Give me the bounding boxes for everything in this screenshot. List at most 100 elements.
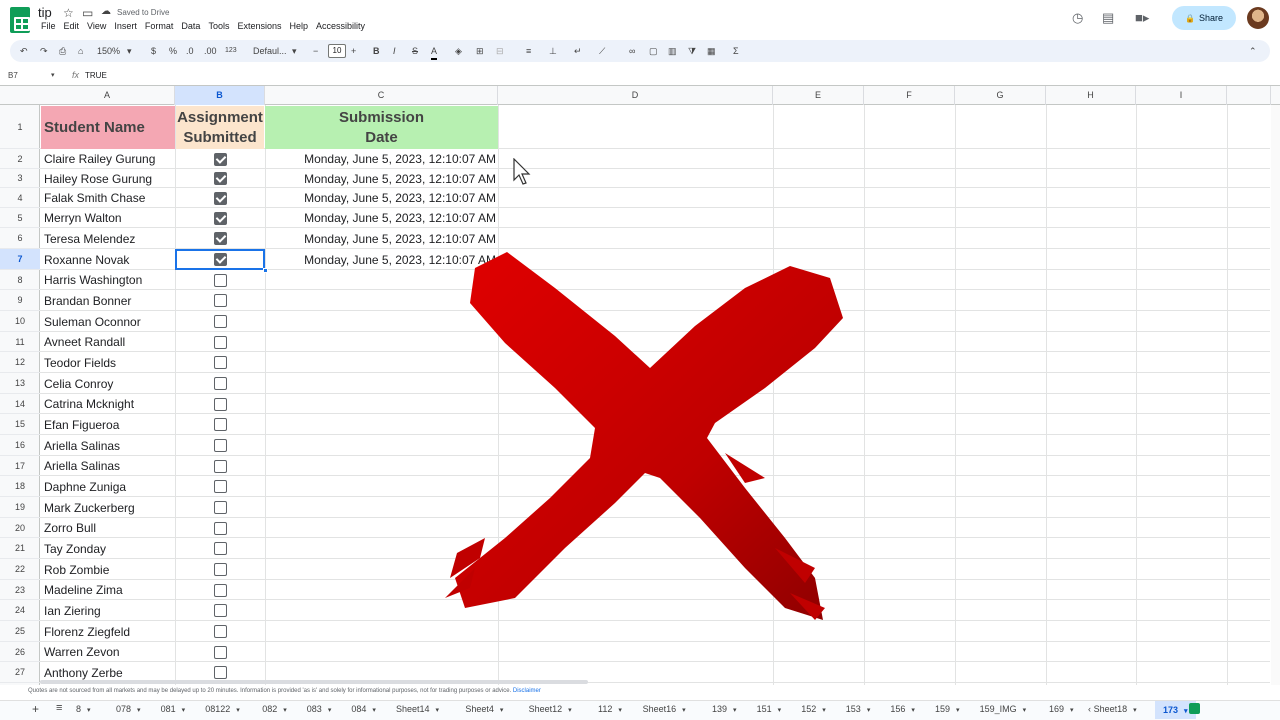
student-name-cell[interactable]: Brandan Bonner [44, 290, 174, 311]
sheet-tab-label: 159 [935, 704, 951, 714]
sheet-tab-078[interactable]: 078 ▾ [116, 704, 141, 714]
sheet-tab-08122[interactable]: 08122 ▾ [205, 704, 240, 714]
submitted-checkbox[interactable] [214, 459, 227, 473]
submitted-checkbox[interactable] [214, 315, 227, 328]
student-name-cell[interactable]: Zorro Bull [44, 518, 174, 538]
submitted-checkbox[interactable] [214, 356, 227, 369]
gridline [175, 105, 176, 685]
submitted-checkbox[interactable] [214, 232, 227, 245]
sheet-tab-152[interactable]: 152 ▾ [801, 704, 826, 714]
sheet-tab-112[interactable]: 112 ▾ [598, 704, 622, 714]
submitted-checkbox[interactable] [214, 439, 227, 452]
chevron-down-icon: ▾ [499, 707, 504, 714]
submitted-checkbox[interactable] [214, 172, 227, 185]
sheet-tab-169[interactable]: 169 ▾ [1049, 704, 1074, 714]
sheet-tab-sheet12[interactable]: Sheet12 ▾ [529, 704, 572, 714]
sheet-tab-081[interactable]: 081 ▾ [161, 704, 186, 714]
submitted-checkbox[interactable] [214, 666, 227, 679]
submitted-checkbox[interactable] [214, 645, 227, 659]
header-student-name[interactable]: Student Name [41, 106, 175, 149]
sheet-tab-sheet4[interactable]: Sheet4 ▾ [465, 704, 503, 714]
student-name-cell[interactable]: Efan Figueroa [44, 414, 174, 435]
student-name-cell[interactable]: Ian Ziering [44, 600, 174, 621]
sheet-tab-083[interactable]: 083 ▾ [307, 704, 332, 714]
horizontal-scrollbar[interactable] [40, 680, 588, 684]
student-name-cell[interactable]: Ariella Salinas [44, 456, 174, 476]
submitted-checkbox[interactable] [214, 152, 227, 166]
student-name-cell[interactable]: Florenz Ziegfeld [44, 621, 174, 642]
student-name-cell[interactable]: Warren Zevon [44, 642, 174, 662]
submitted-checkbox[interactable] [214, 625, 227, 638]
all-sheets-icon[interactable]: ≡ [56, 702, 62, 714]
submitted-checkbox[interactable] [214, 418, 227, 431]
sheet-tab-label: 081 [160, 704, 176, 714]
student-name-cell[interactable]: Suleman Oconnor [44, 311, 174, 332]
header-submission-date[interactable]: Submission Date [265, 106, 498, 149]
student-name-cell[interactable]: Ariella Salinas [44, 435, 174, 456]
submitted-checkbox[interactable] [214, 397, 227, 411]
student-name-cell[interactable]: Merryn Walton [44, 208, 174, 228]
add-sheet-icon[interactable]: + [32, 702, 39, 716]
explore-icon[interactable] [1189, 703, 1200, 714]
submitted-checkbox[interactable] [214, 294, 227, 307]
sheet-tab-sheet14[interactable]: Sheet14 ▾ [396, 704, 439, 714]
submission-date-cell[interactable]: Monday, June 5, 2023, 12:10:07 AM [266, 149, 496, 169]
sheet-tab-084[interactable]: 084 ▾ [351, 704, 376, 714]
student-name-cell[interactable]: Teresa Melendez [44, 228, 174, 249]
sheet-tab-label: Sheet12 [528, 704, 563, 714]
vertical-scrollbar[interactable] [1271, 105, 1280, 685]
student-name-cell[interactable]: Avneet Randall [44, 332, 174, 352]
submitted-checkbox[interactable] [214, 335, 227, 349]
submitted-checkbox[interactable] [214, 563, 227, 576]
student-name-cell[interactable]: Mark Zuckerberg [44, 497, 174, 518]
sheet-tab-139[interactable]: 139 ▾ [712, 704, 737, 714]
sheet-tab-label: Sheet4 [465, 704, 494, 714]
submitted-checkbox[interactable] [214, 377, 227, 390]
submitted-checkbox[interactable] [214, 583, 227, 597]
chevron-down-icon: ▾ [181, 707, 186, 714]
sheet-tab-151[interactable]: 151 ▾ [757, 704, 782, 714]
submitted-checkbox[interactable] [214, 273, 227, 287]
sheet-tab-label: 159_IMG [979, 704, 1017, 714]
sheet-tab-label: 082 [262, 704, 278, 714]
submitted-checkbox[interactable] [214, 542, 227, 555]
submitted-checkbox[interactable] [214, 501, 227, 514]
disclaimer-link[interactable]: Disclaimer [513, 688, 541, 694]
fill-handle[interactable] [263, 268, 268, 273]
student-name-cell[interactable]: Harris Washington [44, 270, 174, 290]
header-assignment-submitted[interactable]: Assignment Submitted [176, 106, 264, 149]
submitted-checkbox[interactable] [214, 604, 227, 617]
submitted-checkbox[interactable] [214, 480, 227, 493]
scroll-tabs-left-icon[interactable]: ‹ [1088, 704, 1091, 714]
sheet-tab-156[interactable]: 156 ▾ [890, 704, 915, 714]
sheet-tab-label: Sheet16 [642, 704, 677, 714]
student-name-cell[interactable]: Hailey Rose Gurung [44, 169, 174, 188]
student-name-cell[interactable]: Teodor Fields [44, 352, 174, 373]
submission-date-cell[interactable]: Monday, June 5, 2023, 12:10:07 AM [266, 169, 496, 188]
sheet-tab-159_img[interactable]: 159_IMG ▾ [980, 704, 1027, 714]
student-name-cell[interactable]: Daphne Zuniga [44, 476, 174, 497]
sheet-tab-8[interactable]: 8 ▾ [76, 704, 91, 714]
sheet-tab-sheet16[interactable]: Sheet16 ▾ [643, 704, 686, 714]
student-name-cell[interactable]: Rob Zombie [44, 559, 174, 580]
submitted-checkbox[interactable] [214, 191, 227, 205]
gridline [40, 168, 1270, 169]
student-name-cell[interactable]: Madeline Zima [44, 580, 174, 600]
sheet-tab-159[interactable]: 159 ▾ [935, 704, 960, 714]
submission-date-cell[interactable]: Monday, June 5, 2023, 12:10:07 AM [266, 208, 496, 228]
student-name-cell[interactable]: Falak Smith Chase [44, 188, 174, 208]
sheet-tab-153[interactable]: 153 ▾ [846, 704, 871, 714]
submitted-checkbox[interactable] [214, 521, 227, 535]
student-name-cell[interactable]: Roxanne Novak [44, 249, 174, 270]
student-name-cell[interactable]: Claire Railey Gurung [44, 149, 174, 169]
submission-date-cell[interactable]: Monday, June 5, 2023, 12:10:07 AM [266, 188, 496, 208]
submitted-checkbox[interactable] [214, 211, 227, 225]
gridline [40, 207, 1270, 208]
student-name-cell[interactable]: Catrina Mcknight [44, 394, 174, 414]
sheet-tab-082[interactable]: 082 ▾ [262, 704, 287, 714]
scroll-tabs-right-icon[interactable]: › [1114, 704, 1117, 714]
submission-date-cell[interactable]: Monday, June 5, 2023, 12:10:07 AM [266, 228, 496, 249]
chevron-down-icon: ▾ [327, 707, 332, 714]
student-name-cell[interactable]: Celia Conroy [44, 373, 174, 394]
student-name-cell[interactable]: Tay Zonday [44, 538, 174, 559]
